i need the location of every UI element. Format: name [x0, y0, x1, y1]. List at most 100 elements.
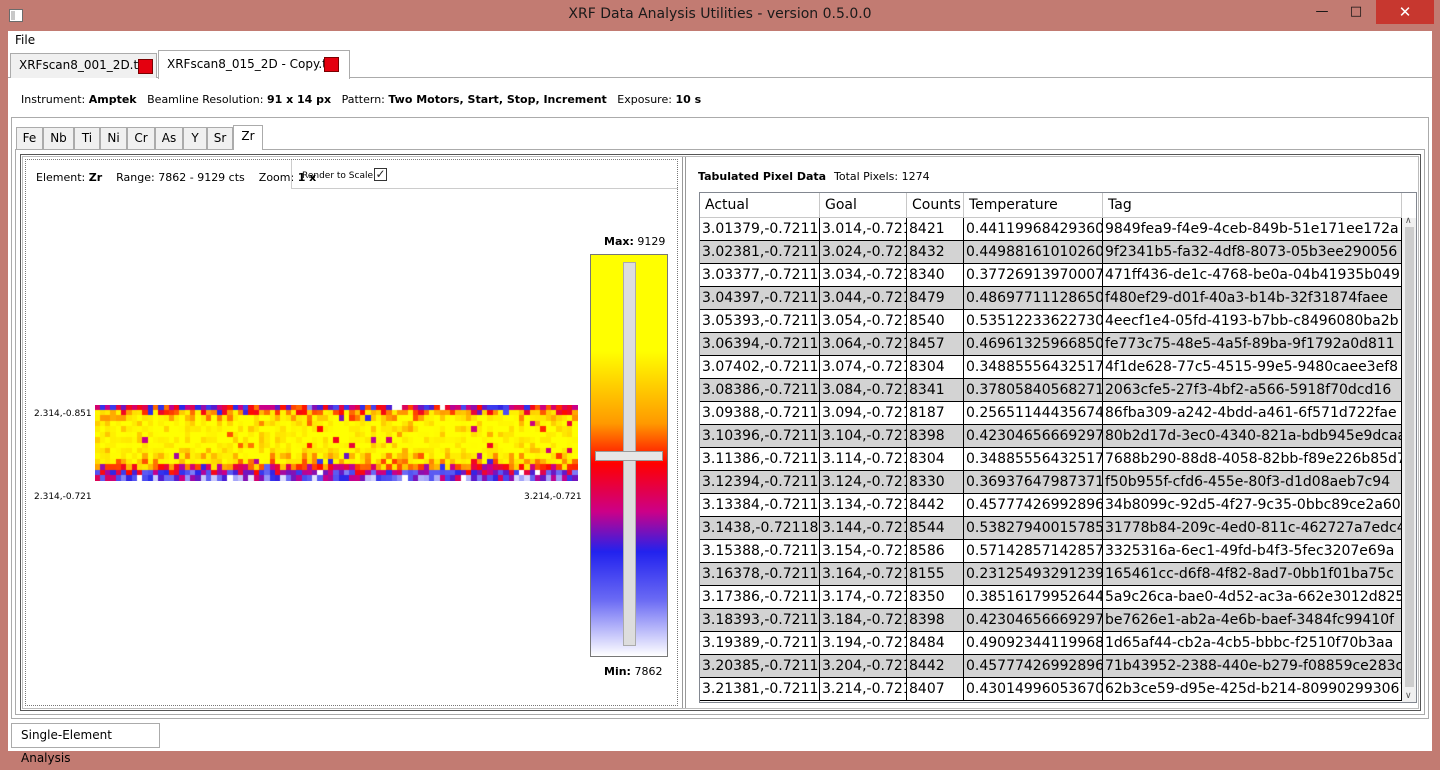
cell-goal[interactable]: 3.204,-0.721 — [820, 655, 907, 678]
table-row[interactable]: 3.18393,-0.72118 3.184,-0.721 8398 0.423046… — [700, 609, 1402, 632]
cell-goal[interactable]: 3.184,-0.721 — [820, 609, 907, 632]
cell-goal[interactable]: 3.154,-0.721 — [820, 540, 907, 563]
pixel-data-grid[interactable]: Actual Goal Counts Temperature Tag 3.013… — [699, 192, 1417, 703]
cell-tag[interactable]: 4f1de628-77c5-4515-99e5-9480caee3ef8 — [1103, 356, 1402, 379]
cell-counts[interactable]: 8304 — [907, 356, 964, 379]
cell-temperature[interactable]: 0.457774269928966 — [964, 655, 1103, 678]
cell-temperature[interactable]: 0.38516179952644 — [964, 586, 1103, 609]
render-to-scale-checkbox[interactable]: ✓ — [374, 168, 387, 181]
cell-counts[interactable]: 8484 — [907, 632, 964, 655]
cell-temperature[interactable]: 0.538279400157853 — [964, 517, 1103, 540]
cell-counts[interactable]: 8398 — [907, 425, 964, 448]
cell-actual[interactable]: 3.01379,-0.72118 — [700, 218, 820, 241]
cell-actual[interactable]: 3.09388,-0.72118 — [700, 402, 820, 425]
cell-counts[interactable]: 8155 — [907, 563, 964, 586]
cell-goal[interactable]: 3.144,-0.721 — [820, 517, 907, 540]
cell-tag[interactable]: 471ff436-de1c-4768-be0a-04b41935b049 — [1103, 264, 1402, 287]
cell-tag[interactable]: 1d65af44-cb2a-4cb5-bbbc-f2510f70b3aa — [1103, 632, 1402, 655]
cell-counts[interactable]: 8398 — [907, 609, 964, 632]
cell-goal[interactable]: 3.084,-0.721 — [820, 379, 907, 402]
tab-single-element-analysis[interactable]: Single-Element Analysis — [11, 723, 160, 765]
cell-goal[interactable]: 3.034,-0.721 — [820, 264, 907, 287]
cell-temperature[interactable]: 0.369376479873717 — [964, 471, 1103, 494]
table-row[interactable]: 3.17386,-0.72118 3.174,-0.721 8350 0.385161… — [700, 586, 1402, 609]
cell-actual[interactable]: 3.13384,-0.72118 — [700, 494, 820, 517]
pane-splitter[interactable] — [682, 157, 686, 708]
cell-goal[interactable]: 3.014,-0.721 — [820, 218, 907, 241]
scroll-up-icon[interactable]: ∧ — [1405, 216, 1412, 226]
table-row[interactable]: 3.1438,-0.72118 3.144,-0.721 8544 0.5382794… — [700, 517, 1402, 540]
cell-temperature[interactable]: 0.231254932912391 — [964, 563, 1103, 586]
cell-actual[interactable]: 3.08386,-0.72118 — [700, 379, 820, 402]
table-row[interactable]: 3.03377,-0.72118 3.034,-0.721 8340 0.377269… — [700, 264, 1402, 287]
xrf-heatmap[interactable] — [95, 405, 578, 481]
cell-temperature[interactable]: 0.457774269928966 — [964, 494, 1103, 517]
cell-counts[interactable]: 8304 — [907, 448, 964, 471]
cell-goal[interactable]: 3.114,-0.721 — [820, 448, 907, 471]
cell-actual[interactable]: 3.05393,-0.72118 — [700, 310, 820, 333]
element-tab-nb[interactable]: Nb — [43, 127, 74, 149]
vertical-scrollbar[interactable]: ∧ ∨ — [1402, 216, 1416, 702]
column-header-tag[interactable]: Tag — [1103, 193, 1402, 218]
cell-actual[interactable]: 3.07402,-0.72118 — [700, 356, 820, 379]
cell-counts[interactable]: 8341 — [907, 379, 964, 402]
table-row[interactable]: 3.19389,-0.72118 3.194,-0.721 8484 0.490923… — [700, 632, 1402, 655]
cell-tag[interactable]: 31778b84-209c-4ed0-811c-462727a7edc4 — [1103, 517, 1402, 540]
scroll-thumb[interactable] — [1405, 227, 1414, 687]
cell-tag[interactable]: 4eecf1e4-05fd-4193-b7bb-c8496080ba2b — [1103, 310, 1402, 333]
cell-tag[interactable]: 7688b290-88d8-4058-82bb-f89e226b85d7 — [1103, 448, 1402, 471]
cell-counts[interactable]: 8540 — [907, 310, 964, 333]
table-row[interactable]: 3.15388,-0.72118 3.154,-0.721 8586 0.571428… — [700, 540, 1402, 563]
element-tab-y[interactable]: Y — [183, 127, 207, 149]
menu-file[interactable]: File — [15, 33, 35, 47]
minimize-button[interactable]: — — [1306, 0, 1338, 24]
cell-tag[interactable]: 5a9c26ca-bae0-4d52-ac3a-662e3012d825 — [1103, 586, 1402, 609]
element-tab-cr[interactable]: Cr — [127, 127, 155, 149]
cell-counts[interactable]: 8407 — [907, 678, 964, 701]
cell-tag[interactable]: 86fba309-a242-4bdd-a461-6f571d722fae — [1103, 402, 1402, 425]
cell-counts[interactable]: 8586 — [907, 540, 964, 563]
file-tab-1[interactable]: XRFscan8_015_2D - Copy.txt — [158, 50, 350, 79]
cell-actual[interactable]: 3.17386,-0.72118 — [700, 586, 820, 609]
cell-actual[interactable]: 3.15388,-0.72118 — [700, 540, 820, 563]
cell-actual[interactable]: 3.06394,-0.72118 — [700, 333, 820, 356]
element-tab-fe[interactable]: Fe — [16, 127, 43, 149]
element-tab-as[interactable]: As — [155, 127, 183, 149]
cell-counts[interactable]: 8187 — [907, 402, 964, 425]
cell-actual[interactable]: 3.20385,-0.72118 — [700, 655, 820, 678]
cell-counts[interactable]: 8432 — [907, 241, 964, 264]
cell-actual[interactable]: 3.10396,-0.72118 — [700, 425, 820, 448]
cell-temperature[interactable]: 0.430149960536701 — [964, 678, 1103, 701]
cell-tag[interactable]: f480ef29-d01f-40a3-b14b-32f31874faee — [1103, 287, 1402, 310]
cell-actual[interactable]: 3.21381,-0.72118 — [700, 678, 820, 701]
table-row[interactable]: 3.16378,-0.72118 3.164,-0.721 8155 0.231254… — [700, 563, 1402, 586]
table-row[interactable]: 3.09388,-0.72118 3.094,-0.721 8187 0.256511… — [700, 402, 1402, 425]
cell-goal[interactable]: 3.164,-0.721 — [820, 563, 907, 586]
cell-temperature[interactable]: 0.486977111286504 — [964, 287, 1103, 310]
cell-counts[interactable]: 8442 — [907, 655, 964, 678]
cell-counts[interactable]: 8340 — [907, 264, 964, 287]
column-header-actual[interactable]: Actual — [700, 193, 820, 218]
title-bar[interactable]: XRF Data Analysis Utilities - version 0.… — [0, 0, 1440, 31]
cell-actual[interactable]: 3.19389,-0.72118 — [700, 632, 820, 655]
cell-counts[interactable]: 8442 — [907, 494, 964, 517]
element-tab-zr[interactable]: Zr — [233, 125, 263, 150]
close-tab-icon[interactable] — [138, 59, 153, 74]
column-header-counts[interactable]: Counts — [907, 193, 964, 218]
colorbar-slider[interactable] — [590, 254, 668, 657]
cell-actual[interactable]: 3.11386,-0.72118 — [700, 448, 820, 471]
table-row[interactable]: 3.10396,-0.72118 3.104,-0.721 8398 0.423046… — [700, 425, 1402, 448]
maximize-button[interactable]: □ — [1340, 0, 1372, 24]
cell-temperature[interactable]: 0.469613259668508 — [964, 333, 1103, 356]
cell-temperature[interactable]: 0.571428571428571 — [964, 540, 1103, 563]
element-tab-ni[interactable]: Ni — [100, 127, 127, 149]
cell-temperature[interactable]: 0.423046566692976 — [964, 609, 1103, 632]
cell-counts[interactable]: 8350 — [907, 586, 964, 609]
cell-goal[interactable]: 3.024,-0.721 — [820, 241, 907, 264]
cell-counts[interactable]: 8544 — [907, 517, 964, 540]
cell-goal[interactable]: 3.194,-0.721 — [820, 632, 907, 655]
cell-tag[interactable]: fe773c75-48e5-4a5f-89ba-9f1792a0d811 — [1103, 333, 1402, 356]
cell-goal[interactable]: 3.074,-0.721 — [820, 356, 907, 379]
cell-temperature[interactable]: 0.423046566692976 — [964, 425, 1103, 448]
table-row[interactable]: 3.06394,-0.72118 3.064,-0.721 8457 0.469613… — [700, 333, 1402, 356]
